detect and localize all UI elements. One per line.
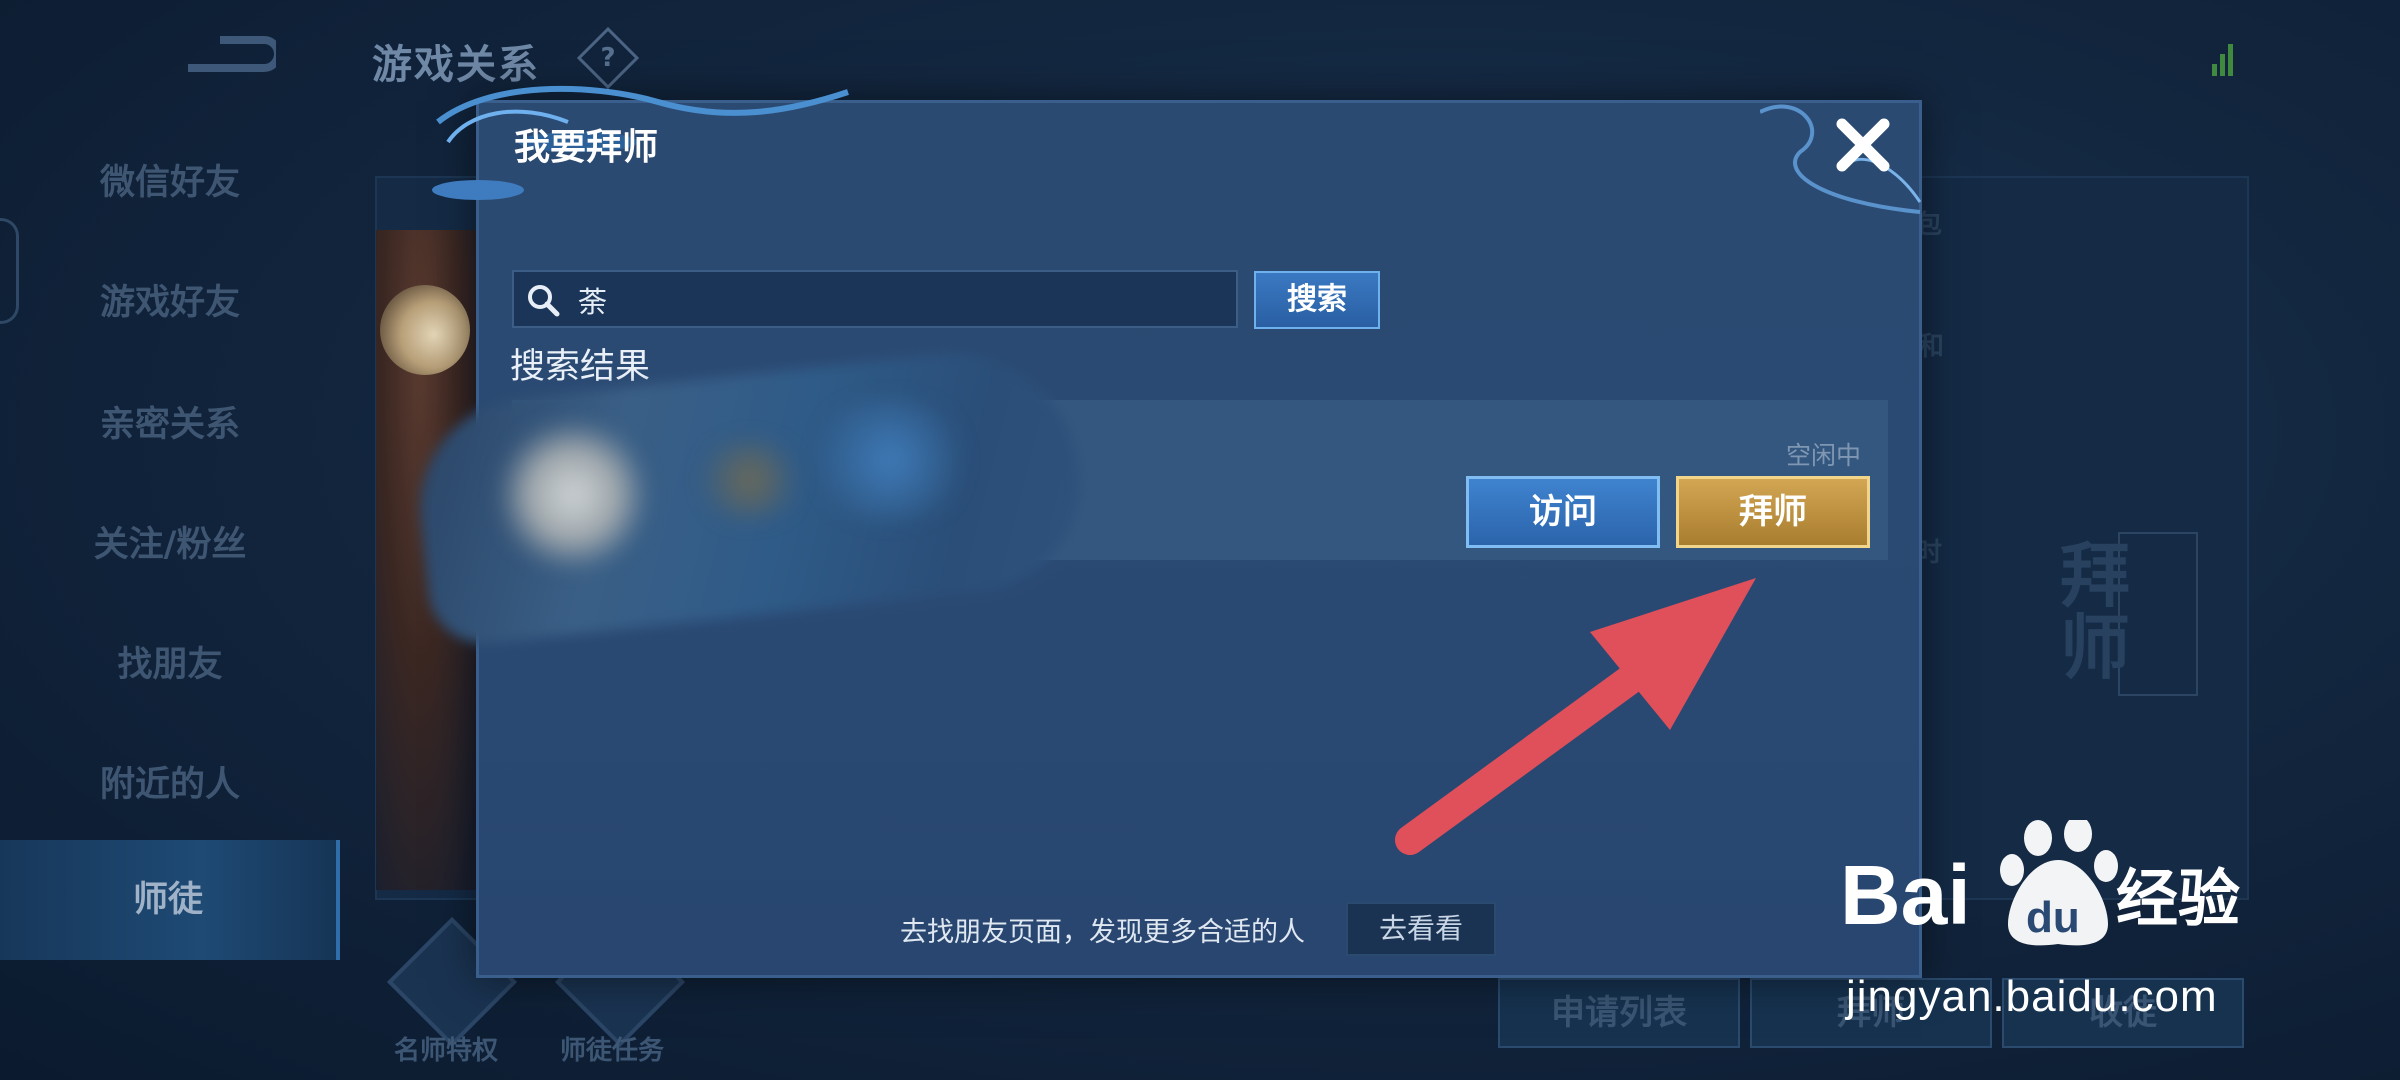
redacted-player-name <box>690 440 810 520</box>
annotation-arrow-icon <box>1395 578 1756 855</box>
sidebar-item-intimate[interactable]: 亲密关系 <box>0 396 340 447</box>
watermark-brand-du: du <box>2026 893 2080 942</box>
search-icon <box>528 285 560 317</box>
sidebar-item-wechat-friends[interactable]: 微信好友 <box>0 154 340 205</box>
sidebar-item-nearby[interactable]: 附近的人 <box>0 756 340 807</box>
sidebar-item-game-friends[interactable]: 游戏好友 <box>0 274 340 325</box>
redacted-player-badge <box>800 400 980 520</box>
sidebar-item-mentor[interactable]: 师徒 <box>0 840 340 960</box>
dialog-title: 我要拜师 <box>514 127 659 168</box>
watermark-url: jingyan.baidu.com <box>1846 972 2218 1021</box>
apply-list-button[interactable]: 申请列表 <box>1498 978 1740 1048</box>
search-input[interactable] <box>578 282 1218 318</box>
signal-icon <box>2212 44 2233 76</box>
watermark-brand: Bai <box>1840 848 1971 942</box>
sidebar-item-find-friends[interactable]: 找朋友 <box>0 636 340 687</box>
search-results-heading: 搜索结果 <box>510 347 651 387</box>
mentor-privilege-label: 名师特权 <box>394 1036 499 1066</box>
sidebar-item-follow-fans[interactable]: 关注/粉丝 <box>0 516 340 567</box>
help-icon[interactable]: ? <box>576 26 640 90</box>
close-icon[interactable] <box>1830 112 1896 178</box>
deco-calligraphy: 拜师 <box>2060 534 2130 689</box>
hero-swirl-decoration <box>380 285 470 375</box>
apprentice-button[interactable]: 拜师 <box>1676 476 1870 548</box>
back-arrow-icon[interactable] <box>180 28 276 88</box>
visit-button[interactable]: 访问 <box>1466 476 1660 548</box>
sidebar: 微信好友 游戏好友 亲密关系 关注/粉丝 找朋友 附近的人 师徒 <box>0 118 340 978</box>
watermark-product: 经验 <box>2116 862 2240 935</box>
mentor-task-label: 师徒任务 <box>560 1036 665 1066</box>
player-status: 空闲中 <box>1786 441 1862 470</box>
avatar <box>498 420 648 570</box>
search-button[interactable]: 搜索 <box>1254 271 1380 329</box>
deco-frame <box>2118 532 2198 696</box>
find-friends-hint: 去找朋友页面，发现更多合适的人 <box>900 917 1305 948</box>
go-look-button[interactable]: 去看看 <box>1346 902 1496 956</box>
